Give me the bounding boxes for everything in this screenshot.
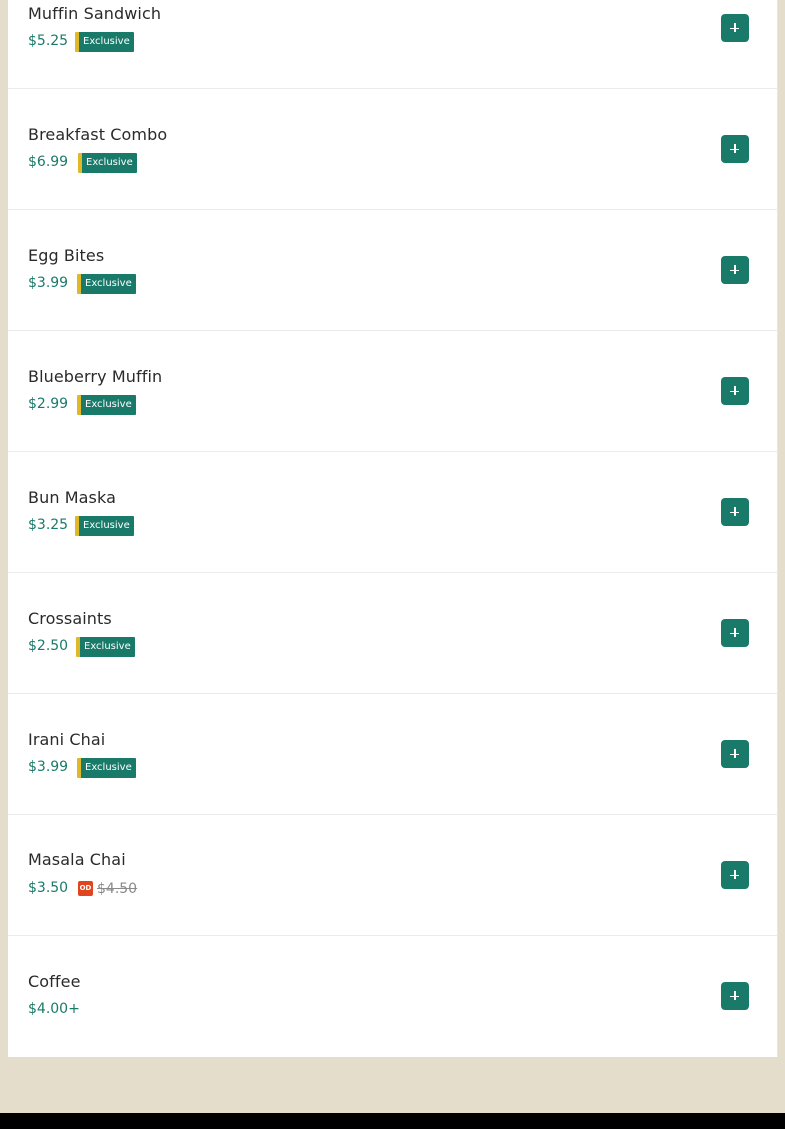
menu-item-blueberry-muffin[interactable]: Blueberry Muffin $2.99 Exclusive	[8, 331, 777, 452]
menu-item-breakfast-combo[interactable]: Breakfast Combo $6.99 Exclusive	[8, 89, 777, 210]
item-name: Blueberry Muffin	[28, 367, 163, 386]
item-price: $3.99	[28, 759, 69, 775]
plus-icon	[721, 14, 749, 42]
exclusive-badge: Exclusive	[77, 274, 136, 294]
item-name: Irani Chai	[28, 730, 106, 749]
menu-item-crossaints[interactable]: Crossaints $2.50 Exclusive	[8, 573, 777, 694]
exclusive-badge: Exclusive	[78, 153, 137, 173]
original-price: $4.50	[97, 881, 138, 897]
plus-icon	[721, 619, 749, 647]
menu-item-coffee[interactable]: Coffee $4.00+	[8, 936, 777, 1057]
add-to-cart-button[interactable]	[721, 498, 749, 526]
item-price: $5.25	[28, 33, 69, 49]
add-to-cart-button[interactable]	[721, 982, 749, 1010]
plus-icon	[721, 740, 749, 768]
item-price: $3.99	[28, 275, 69, 291]
offer-tag-icon: OD	[78, 881, 93, 896]
plus-icon	[721, 377, 749, 405]
footer-bar	[0, 1113, 785, 1129]
exclusive-badge: Exclusive	[77, 395, 136, 415]
item-name: Egg Bites	[28, 246, 105, 265]
plus-icon	[721, 498, 749, 526]
menu-item-list: Muffin Sandwich $5.25 Exclusive Breakfas…	[8, 0, 778, 1057]
menu-item-masala-chai[interactable]: Masala Chai $3.50 OD $4.50	[8, 815, 777, 936]
item-name: Muffin Sandwich	[28, 4, 162, 23]
item-name: Crossaints	[28, 609, 112, 628]
item-price: $2.99	[28, 396, 69, 412]
exclusive-badge: Exclusive	[77, 758, 136, 778]
plus-icon	[721, 982, 749, 1010]
item-price: $3.25	[28, 517, 69, 533]
add-to-cart-button[interactable]	[721, 135, 749, 163]
plus-icon	[721, 256, 749, 284]
add-to-cart-button[interactable]	[721, 256, 749, 284]
item-price: $3.50	[28, 880, 69, 896]
item-price: $4.00+	[28, 1001, 80, 1017]
item-name: Coffee	[28, 972, 81, 991]
item-name: Breakfast Combo	[28, 125, 168, 144]
menu-item-muffin-sandwich[interactable]: Muffin Sandwich $5.25 Exclusive	[8, 0, 777, 89]
plus-icon	[721, 135, 749, 163]
plus-icon	[721, 861, 749, 889]
add-to-cart-button[interactable]	[721, 14, 749, 42]
add-to-cart-button[interactable]	[721, 377, 749, 405]
item-name: Bun Maska	[28, 488, 116, 507]
item-name: Masala Chai	[28, 850, 126, 869]
item-price: $2.50	[28, 638, 69, 654]
menu-item-egg-bites[interactable]: Egg Bites $3.99 Exclusive	[8, 210, 777, 331]
add-to-cart-button[interactable]	[721, 861, 749, 889]
exclusive-badge: Exclusive	[76, 637, 135, 657]
menu-item-irani-chai[interactable]: Irani Chai $3.99 Exclusive	[8, 694, 777, 815]
exclusive-badge: Exclusive	[75, 32, 134, 52]
exclusive-badge: Exclusive	[75, 516, 134, 536]
add-to-cart-button[interactable]	[721, 619, 749, 647]
menu-item-bun-maska[interactable]: Bun Maska $3.25 Exclusive	[8, 452, 777, 573]
add-to-cart-button[interactable]	[721, 740, 749, 768]
item-price: $6.99	[28, 154, 69, 170]
